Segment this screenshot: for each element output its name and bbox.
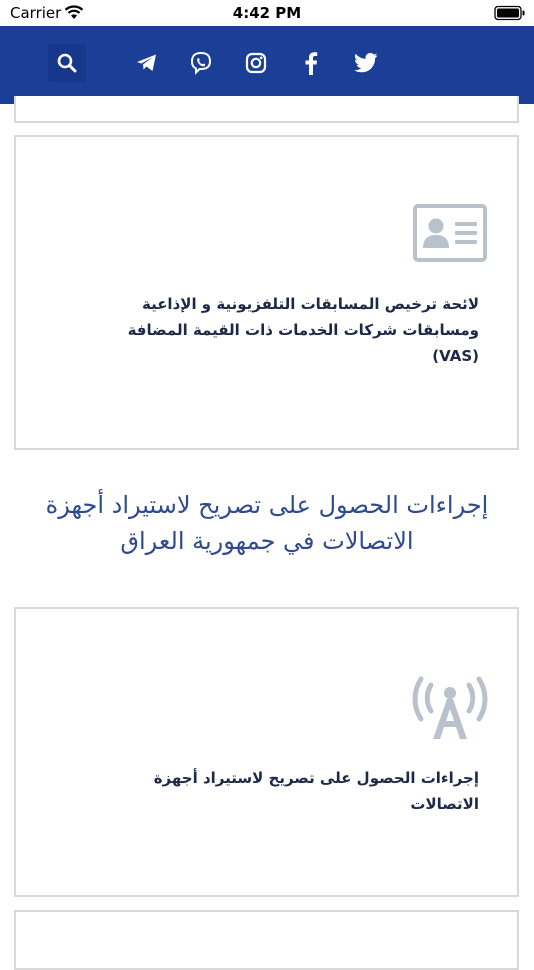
section-heading-line: إجراءات الحصول على تصريح لاستيراد أجهزة: [45, 491, 489, 519]
status-bar: Carrier 4:42 PM: [0, 0, 534, 26]
section-heading-line: الاتصالات في جمهورية العراق: [120, 527, 414, 555]
search-button[interactable]: [48, 44, 86, 82]
instagram-icon: [245, 52, 267, 74]
id-card-icon: [413, 204, 487, 266]
clock: 4:42 PM: [232, 4, 302, 22]
card-title: إجراءات الحصول على تصريح لاستيراد أجهزة …: [49, 765, 479, 817]
procedure-card[interactable]: إجراءات الحصول على تصريح لاستيراد أجهزة …: [14, 607, 519, 897]
header-bar: [0, 26, 534, 104]
antenna-icon: [409, 673, 491, 745]
search-icon: [56, 52, 78, 74]
regulation-card[interactable]: لائحة ترخيص المسابقات التلفزيونية و الإذ…: [14, 135, 519, 450]
card-title-line: لائحة ترخيص المسابقات التلفزيونية و الإذ…: [141, 295, 479, 313]
card-title-line: ومسابقات شركات الخدمات ذات القيمة المضاف…: [127, 321, 479, 339]
twitter-icon: [354, 53, 378, 73]
twitter-button[interactable]: [347, 44, 385, 82]
card-partial-top[interactable]: [14, 96, 519, 123]
card-partial-bottom[interactable]: [14, 910, 519, 970]
section-heading: إجراءات الحصول على تصريح لاستيراد أجهزة …: [20, 487, 514, 559]
card-title-line: إجراءات الحصول على تصريح لاستيراد أجهزة: [153, 769, 479, 787]
card-title-line: الاتصالات: [410, 795, 479, 813]
facebook-button[interactable]: [292, 44, 330, 82]
card-title: لائحة ترخيص المسابقات التلفزيونية و الإذ…: [49, 291, 479, 369]
facebook-icon: [304, 51, 318, 75]
viber-button[interactable]: [182, 44, 220, 82]
telegram-button[interactable]: [128, 44, 166, 82]
telegram-icon: [136, 53, 158, 73]
battery-icon: [494, 5, 526, 21]
viber-icon: [189, 51, 213, 75]
instagram-button[interactable]: [237, 44, 275, 82]
card-title-line: (VAS): [432, 347, 479, 365]
